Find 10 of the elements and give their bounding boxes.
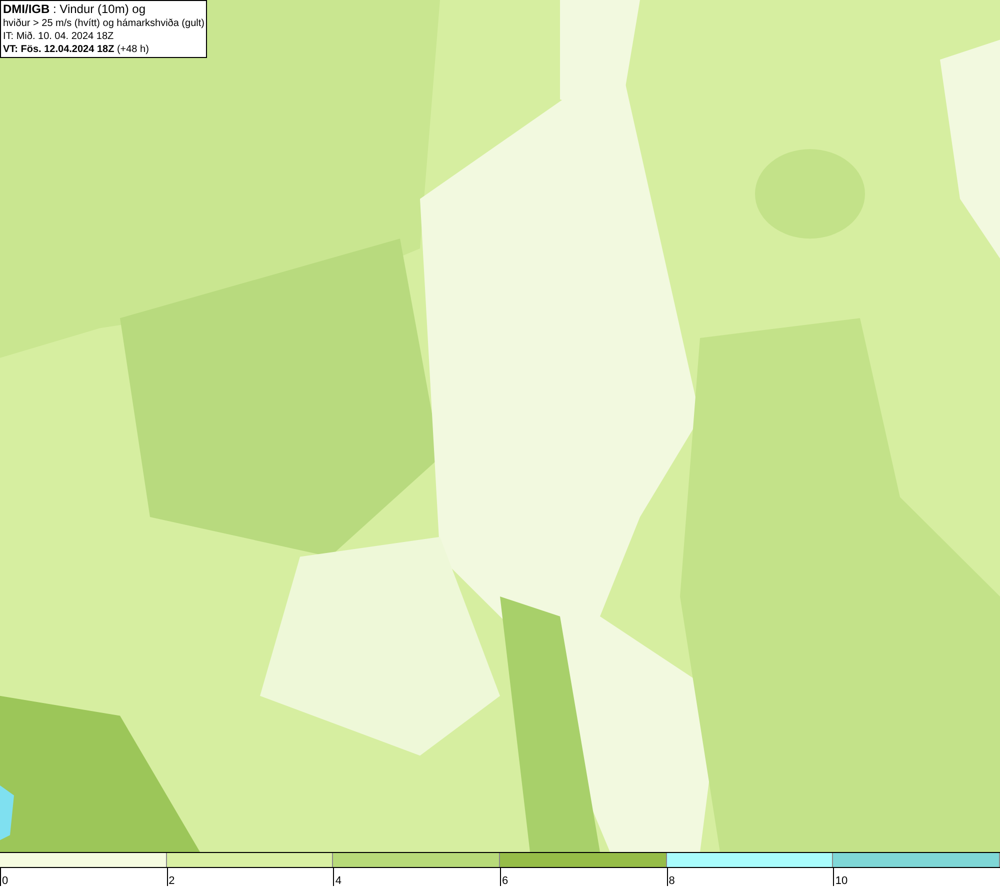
info-text: hviður > 25 m/s (hvítt) og hámarkshviða (gult): [3, 17, 204, 30]
info-text: VT: Fös. 12.04.2024 18Z (+48 h): [3, 43, 150, 56]
legend-label: 2: [168, 875, 175, 887]
legend-label: 8: [668, 875, 675, 887]
legend-label: 4: [334, 875, 342, 887]
legend-label: 10: [834, 875, 848, 887]
info-text: IT: Mið. 10. 04. 2024 18Z: [3, 30, 115, 43]
legend-label: 6: [501, 875, 508, 887]
legend-label: 0: [1, 875, 8, 887]
info-text: DMI/IGB : Vindur (10m) og: [3, 2, 146, 17]
